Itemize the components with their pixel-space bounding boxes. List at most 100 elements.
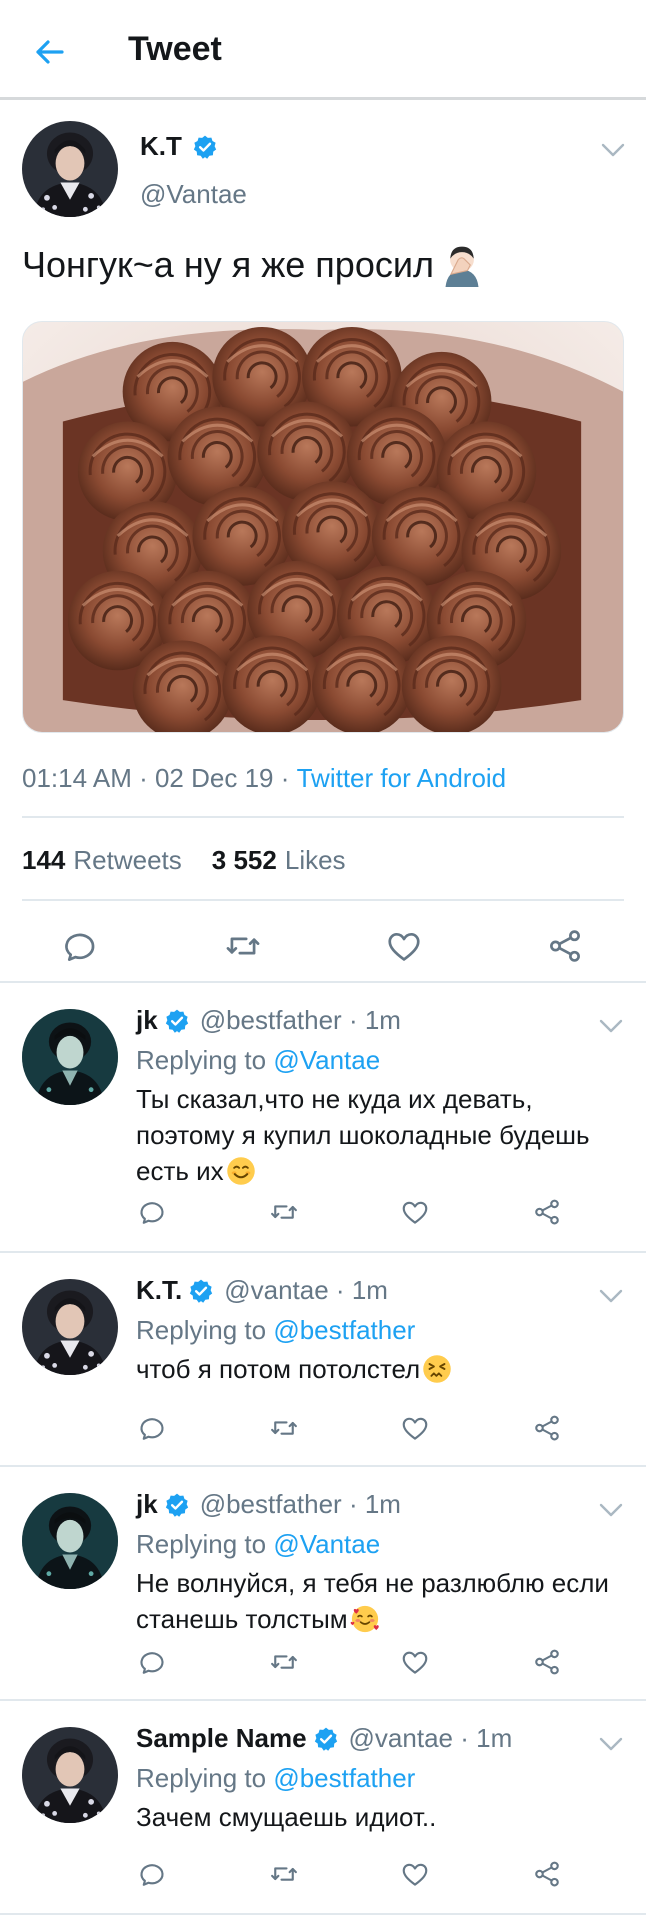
avatar[interactable] [22,1279,118,1375]
page-title: Tweet [128,30,222,68]
replying-prefix: Replying to [136,1529,267,1559]
share-icon[interactable] [532,1413,562,1443]
mention-link[interactable]: @bestfather [273,1315,415,1345]
replying-to: Replying to @bestfather [136,1763,415,1794]
time-separator: · [341,1005,365,1035]
reply-time: 1m [364,1005,401,1035]
chevron-down-icon[interactable] [598,1501,624,1519]
replying-prefix: Replying to [136,1045,267,1075]
replying-to: Replying to @bestfather [136,1315,415,1346]
replying-to: Replying to @Vantae [136,1529,380,1560]
author-handle[interactable]: @bestfather [200,1489,342,1520]
reply-tweet[interactable]: jk @bestfather · 1m Replying to @Vantae … [0,985,646,1253]
reply-tweet[interactable]: K.T. @vantae · 1m Replying to @bestfathe… [0,1255,646,1467]
reply-text-block: Зачем смущаешь идиот.. [136,1799,626,1835]
author-name[interactable]: K.T. [136,1275,182,1306]
reply-time: 1m [351,1275,388,1305]
tweet-photo[interactable] [22,321,624,733]
likes-label[interactable]: Likes [285,845,346,876]
chevron-down-icon[interactable] [598,1735,624,1753]
tweet-actions [0,913,646,973]
avatar[interactable] [22,1009,118,1105]
tweet-source-link[interactable]: Twitter for Android [297,763,507,794]
tweet-text-row: Чонгук~а ну я же просил [22,243,484,287]
chevron-down-icon[interactable] [600,141,626,159]
retweet-icon[interactable] [269,1647,299,1677]
comment-icon[interactable] [138,1859,168,1889]
author-handle[interactable]: @bestfather [200,1005,342,1036]
verified-badge-icon [313,1726,339,1752]
reply-time: 1m [476,1723,513,1753]
mention-link[interactable]: @Vantae [273,1045,380,1075]
retweet-icon[interactable] [269,1197,299,1227]
reply-actions [0,1197,646,1233]
author-handle[interactable]: @vantae [224,1275,328,1306]
reply-time: 1m [364,1489,401,1519]
reply-tweet[interactable]: Sample Name @vantae · 1m Replying to @be… [0,1703,646,1915]
reply-header: Sample Name @vantae · 1m [136,1723,512,1754]
time-separator: · [453,1723,477,1753]
tweet-time: 01:14 AM [22,763,132,793]
avatar[interactable] [22,121,118,217]
comment-icon[interactable] [138,1413,168,1443]
share-icon[interactable] [546,927,584,965]
avatar[interactable] [22,1727,118,1823]
tweet-meta: 01:14 AM · 02 Dec 19 · Twitter for Andro… [22,763,506,794]
author-name[interactable]: jk [136,1489,158,1520]
divider [22,816,624,818]
heart-icon[interactable] [400,1413,430,1443]
replying-prefix: Replying to [136,1315,267,1345]
top-app-bar: Tweet [0,0,646,100]
reply-text: Зачем смущаешь идиот.. [136,1802,437,1832]
reply-actions [0,1413,646,1449]
divider [22,899,624,901]
share-icon[interactable] [532,1859,562,1889]
replying-to: Replying to @Vantae [136,1045,380,1076]
tweet-date: 02 Dec 19 [154,763,274,793]
smiling-face-icon [226,1156,256,1186]
retweet-icon[interactable] [269,1413,299,1443]
author-handle[interactable]: @Vantae [140,179,247,210]
back-arrow-icon[interactable] [28,30,72,74]
chevron-down-icon[interactable] [598,1287,624,1305]
chevron-down-icon[interactable] [598,1017,624,1035]
reply-text-block: Ты сказал,что не куда их девать, поэтому… [136,1081,626,1189]
author-name[interactable]: K.T [140,131,182,162]
reply-text: чтоб я потом потолстел [136,1354,421,1384]
reply-text: Ты сказал,что не куда их девать, поэтому… [136,1084,590,1186]
meta-separator: · [131,763,155,793]
share-icon[interactable] [532,1197,562,1227]
retweet-icon[interactable] [269,1859,299,1889]
share-icon[interactable] [532,1647,562,1677]
author-name[interactable]: jk [136,1005,158,1036]
reply-text-block: чтоб я потом потолстел [136,1351,626,1387]
retweets-count[interactable]: 144 [22,845,65,876]
meta-separator: · [273,763,297,793]
heart-icon[interactable] [400,1647,430,1677]
retweets-label[interactable]: Retweets [73,845,181,876]
comment-icon[interactable] [62,927,100,965]
time-separator: · [328,1275,352,1305]
reply-header: jk @bestfather · 1m [136,1005,401,1036]
heart-icon[interactable] [400,1859,430,1889]
verified-badge-icon [164,1008,190,1034]
avatar[interactable] [22,1493,118,1589]
mention-link[interactable]: @Vantae [273,1529,380,1559]
author-handle[interactable]: @vantae [349,1723,453,1754]
heart-icon[interactable] [400,1197,430,1227]
tweet-text: Чонгук~а ну я же просил [22,244,434,285]
likes-count[interactable]: 3 552 [212,845,277,876]
facepalm-emoji-icon [440,243,484,287]
smiling-face-with-hearts-icon [350,1604,380,1634]
comment-icon[interactable] [138,1197,168,1227]
replying-prefix: Replying to [136,1763,267,1793]
time-separator: · [341,1489,365,1519]
comment-icon[interactable] [138,1647,168,1677]
heart-icon[interactable] [385,927,423,965]
retweet-icon[interactable] [224,927,262,965]
mention-link[interactable]: @bestfather [273,1763,415,1793]
main-tweet: K.T @Vantae Чонгук~а ну я же просил 01:1… [0,103,646,983]
reply-tweet[interactable]: jk @bestfather · 1m Replying to @Vantae … [0,1469,646,1701]
author-name[interactable]: Sample Name [136,1723,307,1754]
reply-text-block: Не волнуйся, я тебя не разлюблю если ста… [136,1565,626,1637]
